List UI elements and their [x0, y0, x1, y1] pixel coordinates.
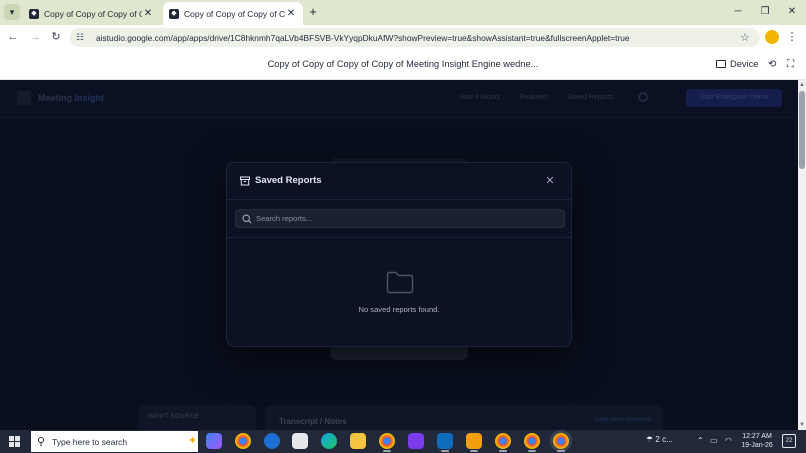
outlook-icon[interactable] — [437, 433, 453, 452]
browser-menu-icon[interactable]: ⋮ — [786, 29, 798, 45]
chrome-window-icon[interactable] — [524, 433, 540, 452]
modal-title: Saved Reports — [255, 175, 322, 186]
scroll-down-icon[interactable]: ▼ — [799, 422, 805, 428]
device-label: Device — [730, 59, 759, 69]
saved-reports-modal: Saved Reports ✕ No saved reports found. — [226, 162, 572, 347]
logo-icon — [17, 91, 31, 105]
browser-tab-strip: ▾ ◆ Copy of Copy of Copy of Copy ✕ ◆ Cop… — [0, 0, 806, 25]
report-search-field[interactable] — [235, 209, 565, 228]
browser-toolbar: ← → ↻ ☷ aistudio.google.com/app/apps/dri… — [0, 25, 806, 50]
modal-header: Saved Reports ✕ — [227, 163, 571, 200]
file-explorer-icon[interactable] — [350, 433, 366, 449]
restore-icon[interactable]: ❐ — [755, 4, 775, 20]
tab-search-button[interactable]: ▾ — [4, 4, 20, 20]
back-icon[interactable]: ← — [5, 29, 21, 45]
aistudio-favicon-icon: ◆ — [29, 8, 39, 19]
applet-header: Copy of Copy of Copy of Copy of Meeting … — [0, 50, 806, 80]
device-icon — [716, 60, 726, 68]
search-input[interactable] — [256, 212, 556, 225]
load-demo-link: Load demo transcript — [594, 417, 651, 423]
copilot-icon[interactable] — [206, 433, 222, 449]
device-toggle[interactable]: Device — [716, 59, 758, 69]
scrollbar-thumb[interactable] — [799, 91, 805, 169]
forward-icon[interactable]: → — [27, 29, 43, 45]
weather-text: 2 c... — [655, 435, 673, 444]
windows-start-icon[interactable] — [9, 436, 20, 447]
brand-name: Meeting Insight — [38, 93, 105, 103]
tab-title: Copy of Copy of Copy of Copy — [44, 8, 142, 19]
background-navbar: Meeting Insight How it Works Features Sa… — [0, 80, 798, 118]
close-window-icon[interactable]: ✕ — [782, 4, 802, 20]
folder-icon — [386, 271, 414, 294]
new-tab-button[interactable]: + — [306, 4, 320, 20]
profile-avatar[interactable] — [765, 30, 779, 44]
browser-tab-2[interactable]: ◆ Copy of Copy of Copy of Copy ✕ — [163, 2, 303, 25]
site-info-icon[interactable]: ☷ — [76, 32, 88, 43]
store-icon[interactable] — [292, 433, 308, 449]
applet-title: Copy of Copy of Copy of Copy of Meeting … — [267, 59, 539, 69]
input-source-label: INPUT SOURCE — [148, 414, 200, 420]
chrome-active-window-icon[interactable] — [553, 433, 569, 452]
empty-state-message: No saved reports found. — [358, 305, 440, 314]
background-transcript-card: Transcript / Notes Load demo transcript — [265, 405, 663, 430]
nav-link-how-it-works: How it Works — [459, 94, 501, 101]
bookmark-star-icon[interactable]: ☆ — [740, 31, 754, 44]
chrome-profile-icon[interactable] — [379, 433, 395, 452]
settings-gear-icon — [638, 92, 648, 102]
edge-icon[interactable] — [321, 433, 337, 449]
search-icon — [242, 214, 252, 224]
ie-icon[interactable] — [264, 433, 280, 449]
taskbar-search-box[interactable]: ⚲ Type here to search ✦ — [31, 431, 198, 452]
app-viewport: Meeting Insight How it Works Features Sa… — [0, 80, 798, 430]
taskbar-search-placeholder: Type here to search — [52, 437, 128, 447]
sparkle-icon: ✦ — [188, 435, 198, 447]
minimize-icon[interactable]: ─ — [728, 4, 748, 20]
tab-close-icon[interactable]: ✕ — [285, 8, 297, 19]
scroll-up-icon[interactable]: ▲ — [799, 82, 805, 88]
address-bar[interactable]: ☷ aistudio.google.com/app/apps/drive/1C8… — [70, 28, 760, 47]
tray-chevron-icon[interactable]: ⌃ — [697, 436, 704, 445]
nav-link-saved-reports: Saved Reports — [567, 94, 614, 101]
windows-taskbar: ⚲ Type here to search ✦ ☂ 2 c... ⌃ ▭ ◠ 1… — [0, 430, 806, 453]
tab-close-icon[interactable]: ✕ — [142, 8, 154, 19]
enterprise-demo-button: Start Enterprise Demo — [686, 89, 782, 107]
fullscreen-icon[interactable]: ⛶ — [787, 59, 794, 70]
chrome-icon[interactable] — [235, 433, 251, 449]
weather-widget[interactable]: ☂ 2 c... — [646, 435, 673, 444]
clock[interactable]: 12:27 AM 19-Jan-26 — [740, 432, 774, 450]
clock-date: 19-Jan-26 — [741, 442, 773, 449]
search-icon: ⚲ — [37, 436, 46, 448]
clock-time: 12:27 AM — [742, 433, 772, 440]
modal-divider — [227, 237, 571, 238]
transcript-title: Transcript / Notes — [279, 417, 347, 426]
url-text[interactable]: aistudio.google.com/app/apps/drive/1C8hk… — [96, 33, 740, 43]
background-input-card: INPUT SOURCE — [138, 405, 256, 430]
aistudio-favicon-icon: ◆ — [169, 8, 179, 19]
chrome-window-icon[interactable] — [495, 433, 511, 452]
modal-close-icon[interactable]: ✕ — [544, 175, 556, 187]
archive-icon — [240, 176, 250, 186]
java-icon[interactable] — [466, 433, 482, 452]
app-icon[interactable] — [408, 433, 424, 449]
browser-tab-1[interactable]: ◆ Copy of Copy of Copy of Copy ✕ — [23, 2, 160, 25]
notification-center-icon[interactable]: 22 — [782, 434, 796, 448]
wifi-icon[interactable]: ◠ — [725, 436, 732, 445]
refresh-applet-icon[interactable]: ⟲ — [768, 59, 776, 70]
tab-title: Copy of Copy of Copy of Copy — [184, 8, 285, 19]
nav-link-features: Features — [520, 94, 548, 101]
reload-icon[interactable]: ↻ — [48, 29, 64, 45]
battery-icon[interactable]: ▭ — [710, 436, 718, 445]
page-scrollbar[interactable]: ▲ ▼ — [798, 80, 806, 430]
